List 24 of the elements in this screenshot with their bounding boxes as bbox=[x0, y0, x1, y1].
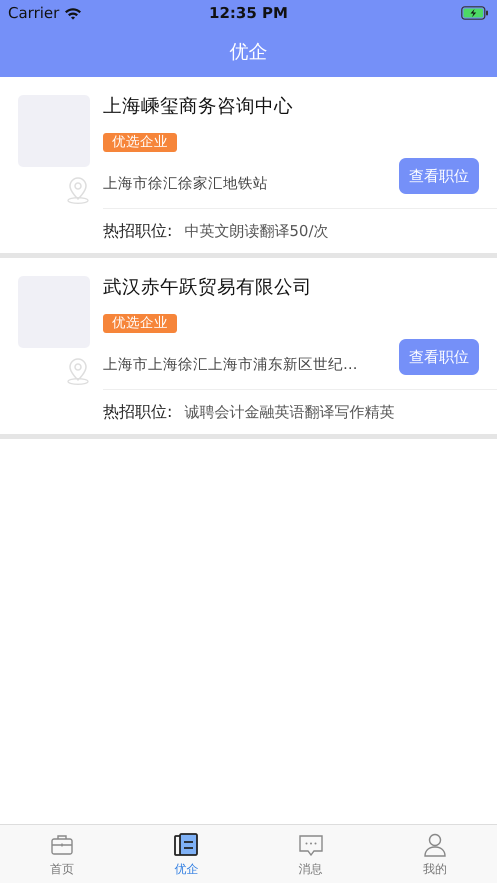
wifi-icon bbox=[64, 6, 82, 20]
hot-jobs-text: 中英文朗读翻译50/次 bbox=[184, 222, 329, 240]
tab-item[interactable]: 我的 bbox=[372, 825, 497, 883]
company-address: 上海市上海徐汇上海市浦东新区世纪… bbox=[103, 356, 358, 374]
tab-item[interactable]: 首页 bbox=[0, 825, 124, 883]
preferred-badge: 优选企业 bbox=[103, 133, 177, 152]
location-pin-icon bbox=[66, 357, 90, 385]
company-name: 上海嵊玺商务咨询中心 bbox=[103, 95, 294, 119]
view-jobs-button[interactable]: 查看职位 bbox=[399, 339, 479, 375]
company-name: 武汉赤午跃贸易有限公司 bbox=[103, 276, 313, 300]
document-icon bbox=[172, 830, 200, 858]
preferred-badge: 优选企业 bbox=[103, 314, 177, 333]
hot-jobs-text: 诚聘会计金融英语翻译写作精英 bbox=[184, 402, 394, 422]
hot-jobs-label: 热招职位: bbox=[103, 220, 172, 242]
location-pin-icon bbox=[66, 176, 90, 204]
carrier-name: Carrier bbox=[8, 4, 60, 22]
page-title: 优企 bbox=[230, 40, 268, 64]
tab-item[interactable]: 优企 bbox=[124, 825, 248, 883]
battery-icon bbox=[461, 6, 489, 20]
view-jobs-button[interactable]: 查看职位 bbox=[399, 158, 479, 194]
hot-jobs-label: 热招职位: bbox=[103, 402, 172, 422]
company-address: 上海市徐汇徐家汇地铁站 bbox=[103, 174, 269, 192]
clock-time: 12:35 PM bbox=[209, 4, 288, 22]
tab-item[interactable]: 消息 bbox=[248, 825, 373, 883]
